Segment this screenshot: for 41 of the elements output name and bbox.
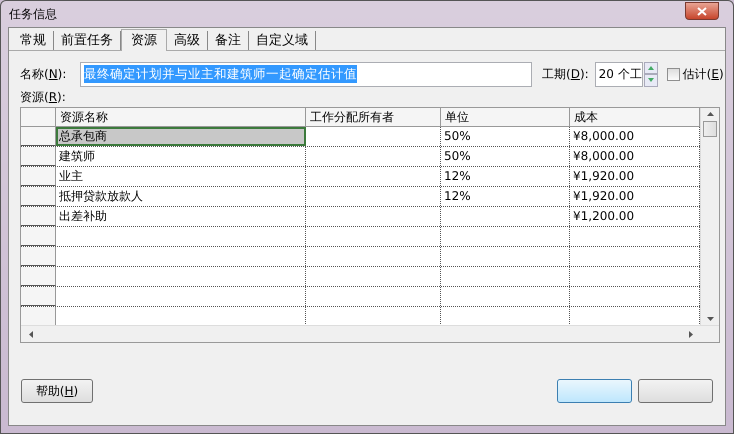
estimate-label: 估计(E) (682, 66, 724, 83)
close-button[interactable] (685, 2, 719, 20)
resources-label: 资源(R): (20, 89, 66, 106)
column-header[interactable]: 单位 (441, 108, 570, 126)
dialog-button[interactable] (638, 379, 713, 403)
table-cell[interactable]: 出差补助 (56, 207, 306, 226)
row-header[interactable] (21, 167, 56, 186)
table-cell[interactable]: 抵押贷款放款人 (56, 187, 306, 206)
row-header[interactable] (21, 207, 56, 226)
up-arrow-icon[interactable] (706, 112, 714, 116)
help-button[interactable]: 帮助(H) (21, 379, 93, 403)
table-cell[interactable]: 12% (441, 167, 570, 186)
row-header[interactable] (21, 127, 56, 146)
table-cell[interactable]: 12% (441, 187, 570, 206)
duration-label: 工期(D): (542, 66, 589, 83)
duration-field[interactable]: 20 个工 (594, 62, 643, 86)
tab[interactable]: 资源 (121, 29, 167, 51)
column-header[interactable]: 资源名称 (56, 108, 306, 126)
row-header[interactable] (21, 247, 56, 266)
row-header[interactable] (21, 267, 56, 286)
scroll-thumb[interactable] (703, 121, 717, 137)
window-title: 任务信息 (9, 6, 57, 23)
dialog-button[interactable] (557, 379, 632, 403)
row-header[interactable] (21, 227, 56, 246)
table-cell[interactable]: 50% (441, 147, 570, 166)
close-icon (697, 6, 707, 16)
row-header[interactable] (21, 147, 56, 166)
right-arrow-icon[interactable] (689, 330, 693, 338)
column-header[interactable]: 工作分配所有者 (306, 108, 441, 126)
horizontal-scrollbar[interactable] (21, 325, 719, 342)
left-arrow-icon[interactable] (29, 330, 33, 338)
name-label: 名称(N): (20, 66, 68, 83)
table-cell[interactable]: 总承包商 (56, 127, 306, 146)
estimate-checkbox[interactable] (666, 68, 680, 80)
table-cell[interactable]: 50% (441, 127, 570, 146)
row-header[interactable] (21, 187, 56, 206)
vertical-scrollbar[interactable] (700, 108, 719, 325)
table-cell[interactable]: 建筑师 (56, 147, 306, 166)
row-header[interactable] (21, 287, 56, 306)
down-arrow-icon[interactable] (706, 317, 714, 321)
table-cell[interactable]: 业主 (56, 167, 306, 186)
